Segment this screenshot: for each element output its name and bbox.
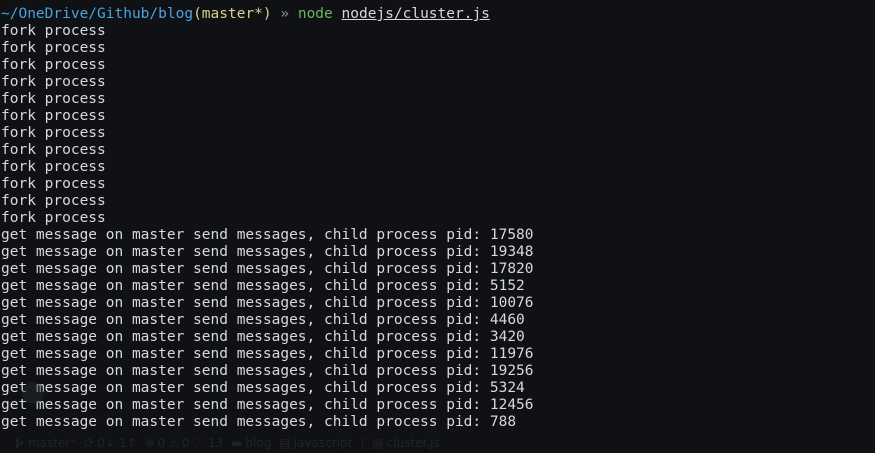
output-line: get message on master send messages, chi… (1, 227, 534, 243)
output-line: fork process (1, 108, 106, 124)
prompt-arrow: » (271, 6, 298, 22)
file-icon: ▤ (279, 435, 291, 450)
status-folder-label: blog (245, 435, 272, 450)
status-file-label: cluster.js (386, 435, 440, 450)
output-line: get message on master send messages, chi… (1, 363, 534, 379)
status-branch[interactable]: master* (14, 435, 76, 452)
status-language[interactable]: ▤ javascript (279, 435, 352, 452)
output-line: get message on master send messages, chi… (1, 397, 534, 413)
status-warnings: 0 (182, 435, 190, 450)
info-icon: ⓘ (192, 435, 205, 450)
status-file[interactable]: ▤ cluster.js (372, 435, 439, 452)
prompt-line: ~/OneDrive/Github/blog(master*) » node n… (1, 6, 875, 23)
status-language-label: javascript (293, 435, 353, 450)
output-line: fork process (1, 142, 106, 158)
output-line: fork process (1, 91, 106, 107)
output-line: get message on master send messages, chi… (1, 380, 525, 396)
sync-icon: ⟳ (84, 435, 95, 450)
prompt-branch: (master*) (193, 6, 272, 22)
output-line: fork process (1, 57, 106, 73)
status-sync-label: 0↓ 1↑ (97, 435, 137, 450)
output-line: fork process (1, 23, 106, 39)
warning-icon: ⚠ (168, 435, 180, 450)
output-line: get message on master send messages, chi… (1, 295, 534, 311)
output-line: get message on master send messages, chi… (1, 346, 534, 362)
terminal-window[interactable]: ~/OneDrive/Github/blog(master*) » node n… (0, 0, 875, 453)
status-sync[interactable]: ⟳ 0↓ 1↑ (84, 435, 136, 452)
output-line: fork process (1, 159, 106, 175)
output-line: get message on master send messages, chi… (1, 278, 525, 294)
output-line: fork process (1, 40, 106, 56)
error-icon: ⊗ (144, 435, 155, 450)
output-line: fork process (1, 193, 106, 209)
status-folder[interactable]: ▬ blog (231, 435, 271, 452)
blurred-overlay-icon (22, 382, 44, 404)
status-info: 13 (207, 435, 223, 450)
file-icon: ▤ (372, 435, 384, 450)
output-line: fork process (1, 125, 106, 141)
output-line: fork process (1, 74, 106, 90)
prompt-file-link[interactable]: nodejs/cluster.js (342, 6, 490, 22)
terminal-output: fork process fork process fork process fork… (1, 23, 875, 431)
prompt-command: node (297, 6, 333, 22)
folder-icon: ▬ (231, 435, 243, 450)
output-line: get message on master send messages, chi… (1, 312, 525, 328)
status-branch-label: master* (28, 435, 77, 450)
status-separator: | (360, 435, 365, 450)
output-line: fork process (1, 210, 106, 226)
status-errors: 0 (157, 435, 166, 450)
output-line: get message on master send messages, chi… (1, 414, 517, 430)
status-bar: master* ⟳ 0↓ 1↑ ⊗ 0 ⚠ 0 ⓘ 13 ▬ blog ▤ ja… (0, 433, 875, 453)
output-line: get message on master send messages, chi… (1, 329, 525, 345)
status-problems[interactable]: ⊗ 0 ⚠ 0 ⓘ 13 (145, 435, 223, 452)
output-line: fork process (1, 176, 106, 192)
output-line: get message on master send messages, chi… (1, 244, 534, 260)
prompt-path: ~/OneDrive/Github/blog (1, 6, 194, 22)
git-branch-icon (15, 438, 24, 448)
output-line: get message on master send messages, chi… (1, 261, 534, 277)
